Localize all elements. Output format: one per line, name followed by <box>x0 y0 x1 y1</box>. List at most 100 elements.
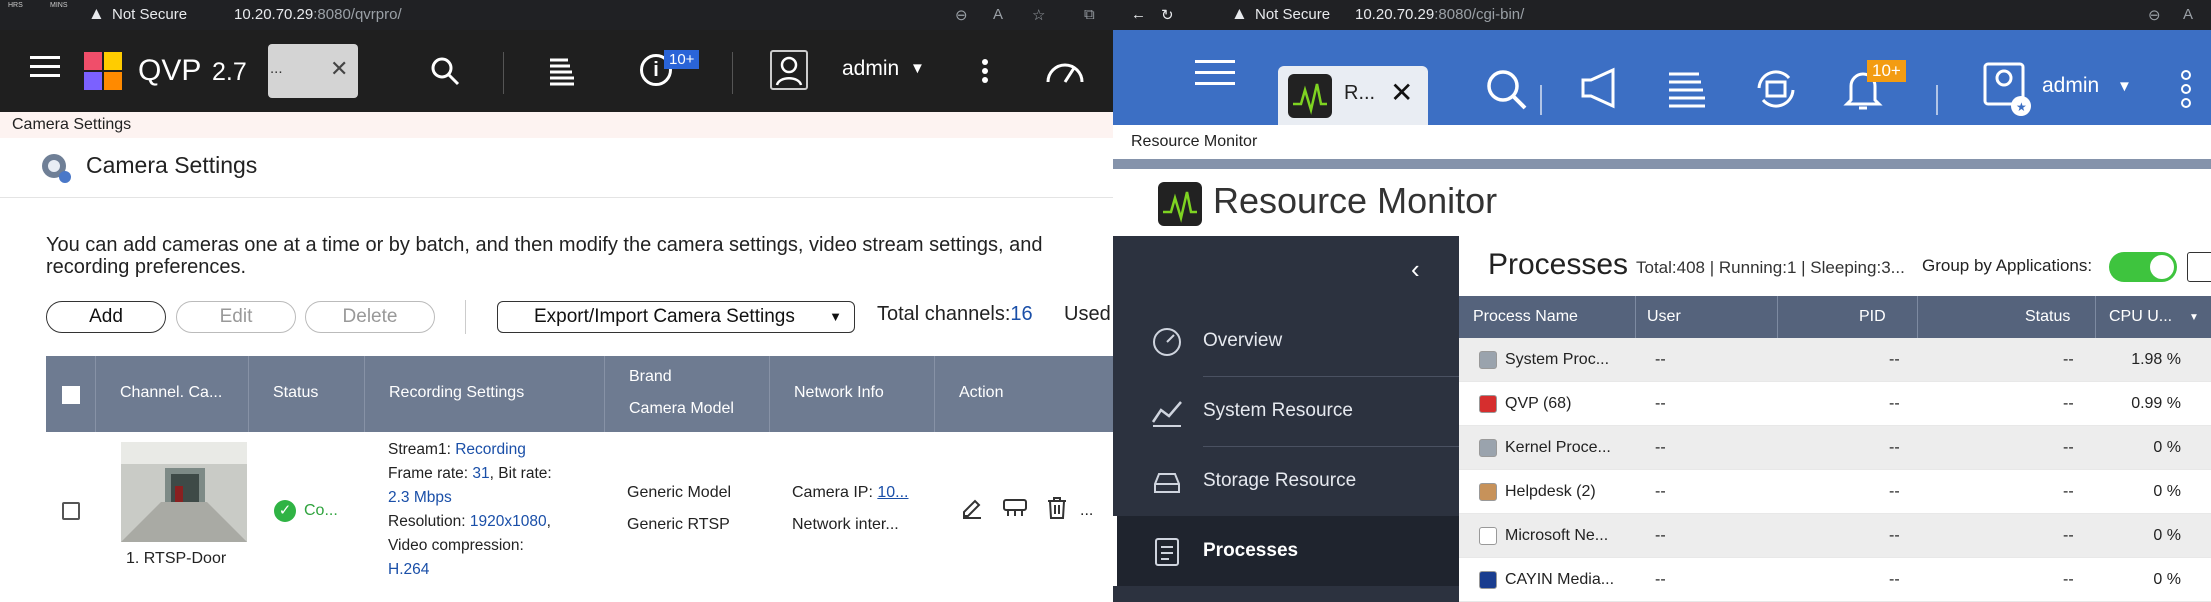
col-process-name[interactable]: Process Name <box>1473 308 1578 326</box>
row-checkbox[interactable] <box>62 502 80 520</box>
sidebar-item-overview[interactable]: Overview <box>1113 306 1459 376</box>
add-camera-button[interactable]: Add <box>46 301 166 333</box>
delete-trash-icon[interactable] <box>1046 496 1068 520</box>
user-name[interactable]: admin <box>2042 74 2099 98</box>
process-name: Microsoft Ne... <box>1505 527 1609 544</box>
tab-chip-mins[interactable]: MINS <box>50 2 68 9</box>
user-avatar-icon[interactable]: ★ <box>1983 62 2031 118</box>
background-tasks-icon[interactable] <box>1665 66 1709 110</box>
table-row[interactable]: Microsoft Ne... -- -- -- 0 % <box>1459 514 2211 558</box>
megaphone-icon[interactable] <box>1579 66 1619 110</box>
process-pid: -- <box>1889 395 1900 412</box>
header-divider <box>732 52 733 94</box>
camera-thumbnail[interactable] <box>121 442 247 542</box>
more-vertical-icon[interactable] <box>2181 66 2191 112</box>
more-actions[interactable]: ... <box>1080 502 1093 520</box>
user-name[interactable]: admin <box>842 57 899 81</box>
network-settings-icon[interactable] <box>1002 496 1028 520</box>
col-user[interactable]: User <box>1647 308 1681 326</box>
group-by-toggle[interactable] <box>2109 252 2177 282</box>
col-action[interactable]: Action <box>934 356 1113 432</box>
extensions-icon[interactable]: ⧉ <box>1084 6 1095 23</box>
search-icon[interactable] <box>430 56 460 86</box>
col-channel[interactable]: Channel. Ca... <box>95 356 255 432</box>
header-divider <box>503 52 504 94</box>
search-icon[interactable] <box>1485 68 1529 112</box>
close-chip-icon[interactable]: ✕ <box>330 56 348 82</box>
hamburger-menu-icon[interactable] <box>30 50 60 83</box>
not-secure-label[interactable]: Not Secure <box>112 6 187 23</box>
delete-camera-button[interactable]: Delete <box>305 301 435 333</box>
back-arrow-icon[interactable]: ← <box>1131 6 1146 23</box>
sidebar-item-processes[interactable]: Processes <box>1113 516 1459 586</box>
address-bar[interactable]: 10.20.70.29:8080/qvrpro/ <box>234 6 402 23</box>
export-import-dropdown[interactable]: Export/Import Camera Settings ▼ <box>497 301 855 333</box>
tab-label: R... <box>1344 82 1376 104</box>
process-user: -- <box>1655 527 1666 544</box>
table-row[interactable]: Kernel Proce... -- -- -- 0 % <box>1459 426 2211 470</box>
process-pid: -- <box>1889 439 1900 456</box>
read-aloud-icon[interactable]: A <box>2183 6 2193 23</box>
col-pid[interactable]: PID <box>1859 308 1886 326</box>
tab-chip-hrs[interactable]: HRS <box>8 2 23 9</box>
process-cpu: 0 % <box>2153 483 2181 500</box>
col-recording[interactable]: Recording Settings <box>364 356 604 432</box>
process-name: Kernel Proce... <box>1505 439 1611 456</box>
table-row[interactable]: 1. RTSP-Door ✓ Co... Stream1: Recording … <box>46 432 1113 602</box>
search-chip[interactable]: ... ✕ <box>268 44 358 98</box>
total-channels-value: 16 <box>1010 303 1033 325</box>
dashboard-gauge-icon[interactable] <box>1044 54 1086 88</box>
warning-triangle-icon[interactable]: ▲ <box>88 4 105 24</box>
more-vertical-icon[interactable] <box>982 56 988 86</box>
edit-camera-button[interactable]: Edit <box>176 301 296 333</box>
events-stack-icon[interactable] <box>546 54 578 88</box>
camera-ip: Camera IP: 10... <box>792 484 909 502</box>
process-name: System Proc... <box>1505 351 1610 368</box>
col-network-label: Network Info <box>794 384 884 401</box>
col-status[interactable]: Status <box>2025 308 2070 326</box>
process-cpu: 0.99 % <box>2131 395 2181 412</box>
sidebar-item-system-resource[interactable]: System Resource <box>1113 376 1459 446</box>
read-aloud-icon[interactable]: A <box>993 6 1003 23</box>
col-status[interactable]: Status <box>248 356 364 432</box>
not-secure-label[interactable]: Not Secure <box>1255 6 1330 23</box>
view-option-checkbox[interactable] <box>2187 252 2211 282</box>
camera-ip-link[interactable]: 10... <box>877 484 908 501</box>
app-name: QVP <box>138 54 202 87</box>
hamburger-menu-icon[interactable] <box>1195 52 1235 93</box>
select-all-checkbox[interactable] <box>62 386 80 404</box>
reload-icon[interactable]: ↻ <box>1161 6 1174 24</box>
col-separator <box>1635 296 1636 338</box>
col-network[interactable]: Network Info <box>769 356 934 432</box>
process-cpu: 0 % <box>2153 571 2181 588</box>
edit-pencil-icon[interactable] <box>960 496 984 520</box>
favorite-star-icon[interactable]: ☆ <box>1032 6 1045 24</box>
external-device-icon[interactable] <box>1753 66 1799 112</box>
breadcrumb-bar: Resource Monitor <box>1113 125 2211 159</box>
collapse-sidebar-icon[interactable]: ‹ <box>1411 254 1420 285</box>
process-name: CAYIN Media... <box>1505 571 1615 588</box>
process-pid: -- <box>1889 527 1900 544</box>
framerate-value: 31 <box>472 465 490 482</box>
user-dropdown-caret-icon[interactable]: ▼ <box>2117 78 2132 95</box>
resource-monitor-tab[interactable]: R... ✕ <box>1278 66 1428 125</box>
table-row[interactable]: Helpdesk (2) -- -- -- 0 % <box>1459 470 2211 514</box>
col-brand-model[interactable]: Brand Camera Model <box>604 356 769 432</box>
sort-desc-icon[interactable]: ▼ <box>2189 312 2199 323</box>
compression-value: H.264 <box>388 561 430 578</box>
sidebar-item-label: Processes <box>1203 540 1299 561</box>
table-row[interactable]: QVP (68) -- -- -- 0.99 % <box>1459 382 2211 426</box>
close-tab-icon[interactable]: ✕ <box>1390 76 1413 109</box>
process-table-header: Process Name User PID Status CPU U... ▼ <box>1459 296 2211 338</box>
sidebar-item-storage-resource[interactable]: Storage Resource <box>1113 446 1459 516</box>
user-dropdown-caret-icon[interactable]: ▼ <box>910 60 925 77</box>
channel-name[interactable]: 1. RTSP-Door <box>126 550 226 568</box>
col-cpu-usage[interactable]: CPU U... <box>2109 308 2172 326</box>
table-row[interactable]: System Proc... -- -- -- 1.98 % <box>1459 338 2211 382</box>
warning-triangle-icon[interactable]: ▲ <box>1231 4 1248 24</box>
zoom-icon[interactable]: ⊖ <box>955 6 968 24</box>
zoom-icon[interactable]: ⊖ <box>2148 6 2161 24</box>
address-bar[interactable]: 10.20.70.29:8080/cgi-bin/ <box>1355 6 1524 23</box>
user-avatar-icon[interactable] <box>770 50 808 90</box>
table-row[interactable]: CAYIN Media... -- -- -- 0 % <box>1459 558 2211 602</box>
